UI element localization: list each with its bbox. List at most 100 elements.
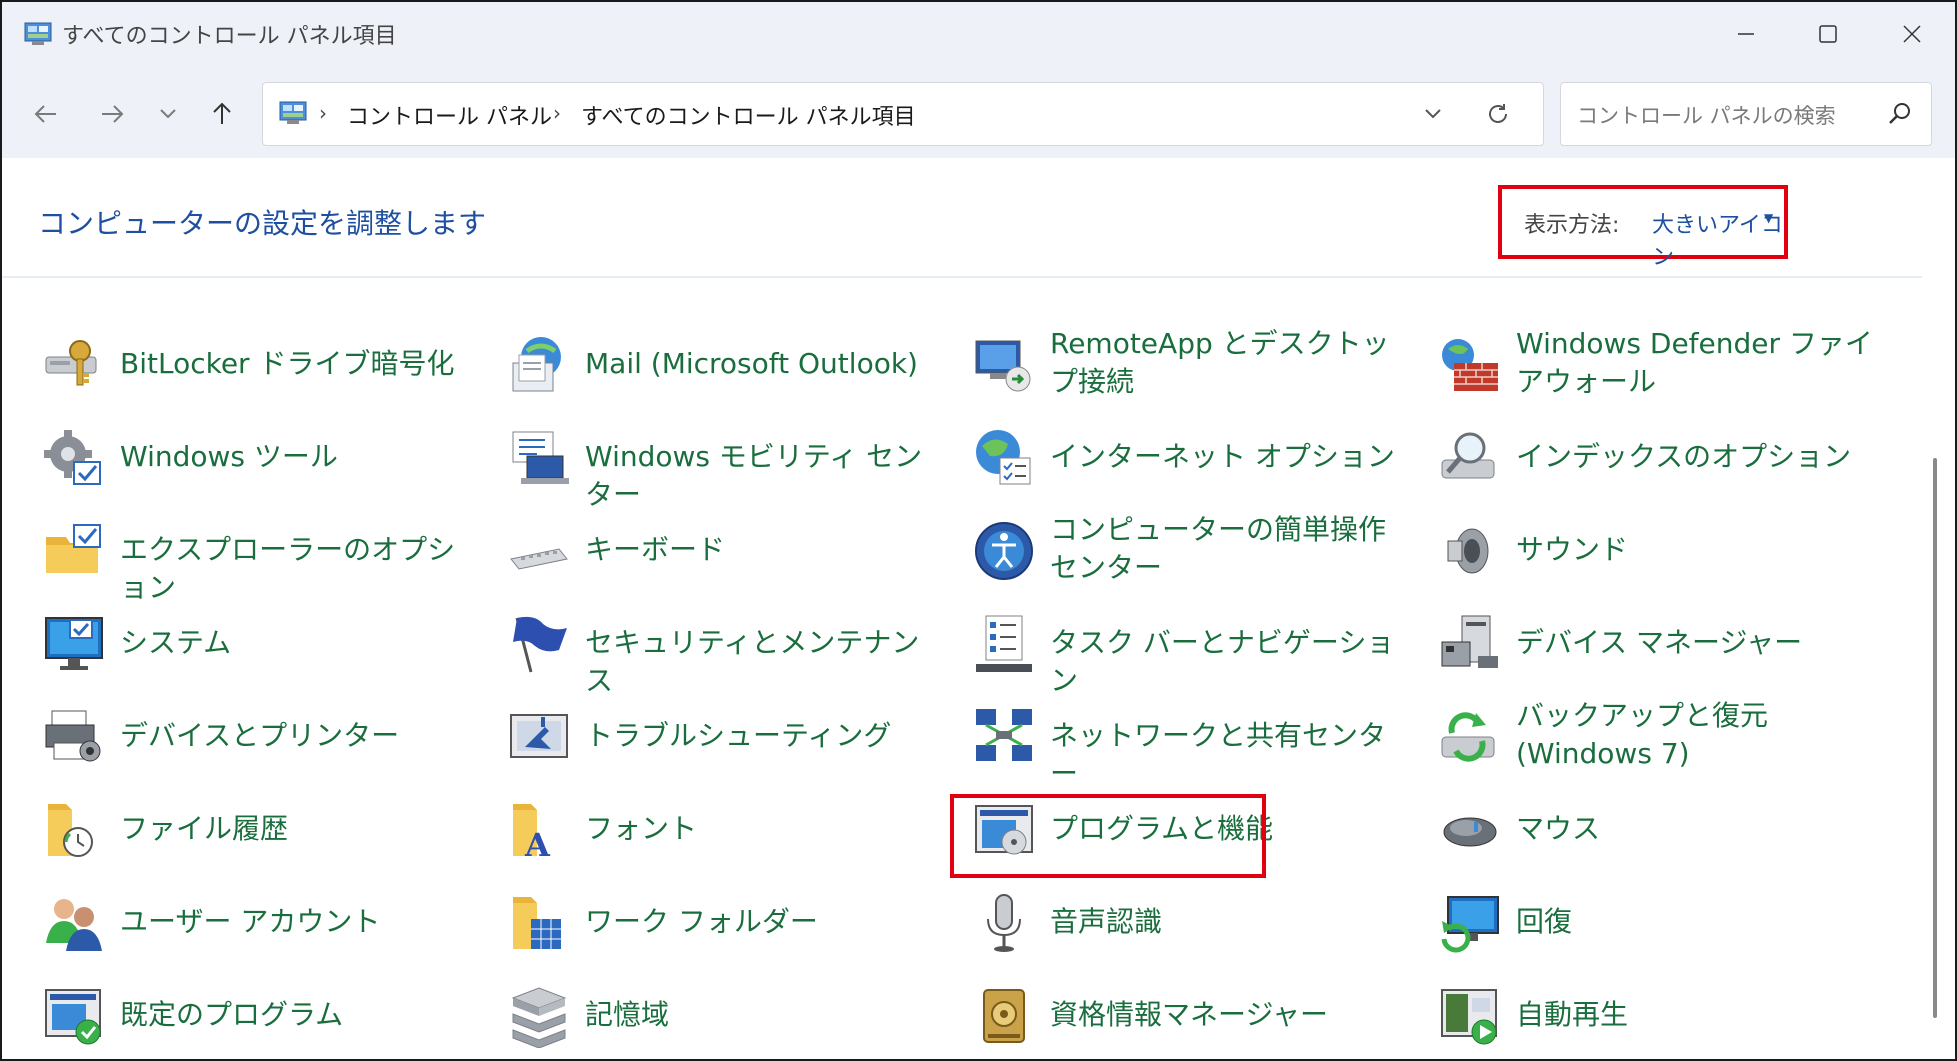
item-fonts[interactable]: A フォント	[507, 793, 947, 873]
item-work-folders[interactable]: ワーク フォルダー	[507, 886, 947, 966]
item-label[interactable]: フォント	[585, 810, 945, 848]
breadcrumb-all-items[interactable]: すべてのコントロール パネル項目	[581, 99, 916, 131]
item-label[interactable]: RemoteApp とデスクトップ接続	[1050, 325, 1410, 401]
item-label[interactable]: トラブルシューティング	[585, 717, 945, 755]
item-label[interactable]: デバイス マネージャー	[1516, 624, 1876, 662]
windows-tools-icon	[44, 430, 101, 485]
item-autoplay[interactable]: 自動再生	[1438, 979, 1878, 1059]
maximize-icon	[1819, 25, 1837, 43]
item-remoteapp[interactable]: RemoteApp とデスクトップ接続	[972, 325, 1412, 408]
item-label[interactable]: BitLocker ドライブ暗号化	[120, 345, 480, 383]
item-sound[interactable]: サウンド	[1438, 514, 1878, 594]
item-user-accounts[interactable]: ユーザー アカウント	[42, 886, 482, 966]
view-by-selector[interactable]: 表示方法: 大きいアイコン ▼	[1498, 185, 1788, 270]
item-label[interactable]: Windows モビリティ センター	[585, 438, 945, 514]
address-bar[interactable]: › コントロール パネル › すべてのコントロール パネル項目	[262, 82, 1544, 146]
item-label[interactable]: 既定のプログラム	[120, 996, 480, 1034]
mouse-icon	[1443, 817, 1497, 847]
item-label[interactable]: 音声認識	[1050, 903, 1410, 941]
item-label[interactable]: 記憶域	[585, 996, 945, 1034]
item-label[interactable]: Windows ツール	[120, 438, 480, 476]
item-label[interactable]: 回復	[1516, 903, 1876, 941]
breadcrumb-separator: ›	[319, 101, 327, 125]
item-label[interactable]: ワーク フォルダー	[585, 903, 945, 941]
item-windows-tools[interactable]: Windows ツール	[42, 421, 482, 501]
recent-locations-button[interactable]	[150, 96, 186, 132]
refresh-icon[interactable]	[1485, 101, 1511, 127]
search-placeholder: コントロール パネルの検索	[1577, 104, 1836, 128]
item-label[interactable]: Mail (Microsoft Outlook)	[585, 345, 945, 383]
item-speech-recognition[interactable]: 音声認識	[972, 886, 1412, 966]
item-label[interactable]: サウンド	[1516, 531, 1876, 569]
item-bitlocker[interactable]: BitLocker ドライブ暗号化	[42, 328, 482, 408]
backup-restore-icon	[1441, 712, 1495, 762]
item-mobility-center[interactable]: Windows モビリティ センター	[507, 421, 947, 511]
item-network-sharing[interactable]: ネットワークと共有センター	[972, 700, 1412, 790]
item-indexing-options[interactable]: インデックスのオプション	[1438, 421, 1878, 501]
up-button[interactable]	[204, 96, 240, 132]
item-file-history[interactable]: ファイル履歴	[42, 793, 482, 873]
search-icon[interactable]	[1887, 101, 1913, 127]
maximize-button[interactable]	[1810, 16, 1846, 52]
item-label[interactable]: システム	[120, 624, 480, 662]
item-label[interactable]: インデックスのオプション	[1516, 438, 1876, 476]
item-recovery[interactable]: 回復	[1438, 886, 1878, 966]
item-ease-of-access[interactable]: コンピューターの簡単操作センター	[972, 511, 1412, 594]
item-label[interactable]: ファイル履歴	[120, 810, 480, 848]
firewall-icon	[1442, 339, 1498, 391]
troubleshooting-icon	[510, 714, 568, 758]
item-device-manager[interactable]: デバイス マネージャー	[1438, 607, 1878, 687]
item-firewall[interactable]: Windows Defender ファイアウォール	[1438, 325, 1878, 408]
item-label[interactable]: 資格情報マネージャー	[1050, 996, 1410, 1034]
close-icon	[1903, 25, 1921, 43]
close-button[interactable]	[1894, 16, 1930, 52]
breadcrumb-separator: ›	[553, 101, 561, 125]
item-label[interactable]: ユーザー アカウント	[120, 903, 480, 941]
credential-manager-icon	[983, 989, 1025, 1043]
item-label[interactable]: 自動再生	[1516, 996, 1876, 1034]
default-programs-icon	[45, 989, 101, 1045]
chevron-down-icon	[160, 109, 176, 119]
vertical-scrollbar[interactable]	[1933, 458, 1937, 1018]
remoteapp-icon	[975, 340, 1031, 392]
item-label[interactable]: セキュリティとメンテナンス	[585, 624, 945, 700]
item-mouse[interactable]: マウス	[1438, 793, 1878, 873]
page-title: コンピューターの設定を調整します	[38, 207, 487, 240]
security-maintenance-icon	[513, 616, 567, 673]
item-storage-spaces[interactable]: 記憶域	[507, 979, 947, 1059]
dropdown-caret-icon[interactable]: ▼	[1764, 211, 1773, 225]
item-system[interactable]: システム	[42, 607, 482, 687]
item-label[interactable]: タスク バーとナビゲーション	[1050, 624, 1410, 700]
item-keyboard[interactable]: キーボード	[507, 514, 947, 594]
devices-printers-icon	[45, 710, 101, 762]
item-explorer-options[interactable]: エクスプローラーのオプション	[42, 514, 482, 604]
minimize-icon	[1738, 33, 1754, 35]
item-default-programs[interactable]: 既定のプログラム	[42, 979, 482, 1059]
back-button[interactable]	[28, 96, 64, 132]
navigation-toolbar: › コントロール パネル › すべてのコントロール パネル項目 コントロール パ…	[2, 66, 1955, 158]
item-label[interactable]: エクスプローラーのオプション	[120, 531, 480, 607]
item-label[interactable]: マウス	[1516, 810, 1876, 848]
item-label[interactable]: キーボード	[585, 531, 945, 569]
item-devices-printers[interactable]: デバイスとプリンター	[42, 700, 482, 780]
item-label[interactable]: コンピューターの簡単操作センター	[1050, 511, 1410, 587]
item-label[interactable]: インターネット オプション	[1050, 438, 1410, 476]
item-label[interactable]: Windows Defender ファイアウォール	[1516, 325, 1876, 401]
item-security-maintenance[interactable]: セキュリティとメンテナンス	[507, 607, 947, 697]
item-backup-restore[interactable]: バックアップと復元 (Windows 7)	[1438, 697, 1878, 780]
search-input[interactable]: コントロール パネルの検索	[1560, 82, 1932, 146]
control-panel-icon	[24, 22, 52, 45]
view-by-label: 表示方法:	[1524, 213, 1620, 238]
item-label[interactable]: バックアップと復元 (Windows 7)	[1516, 697, 1876, 773]
breadcrumb-control-panel[interactable]: コントロール パネル	[347, 99, 552, 131]
chevron-down-icon[interactable]	[1423, 107, 1443, 121]
item-label[interactable]: デバイスとプリンター	[120, 717, 480, 755]
item-internet-options[interactable]: インターネット オプション	[972, 421, 1412, 501]
minimize-button[interactable]	[1728, 16, 1764, 52]
item-mail[interactable]: Mail (Microsoft Outlook)	[507, 328, 947, 408]
forward-button[interactable]	[94, 96, 130, 132]
item-credential-manager[interactable]: 資格情報マネージャー	[972, 979, 1412, 1059]
item-taskbar[interactable]: タスク バーとナビゲーション	[972, 607, 1412, 697]
item-label[interactable]: ネットワークと共有センター	[1050, 717, 1410, 793]
item-troubleshooting[interactable]: トラブルシューティング	[507, 700, 947, 780]
